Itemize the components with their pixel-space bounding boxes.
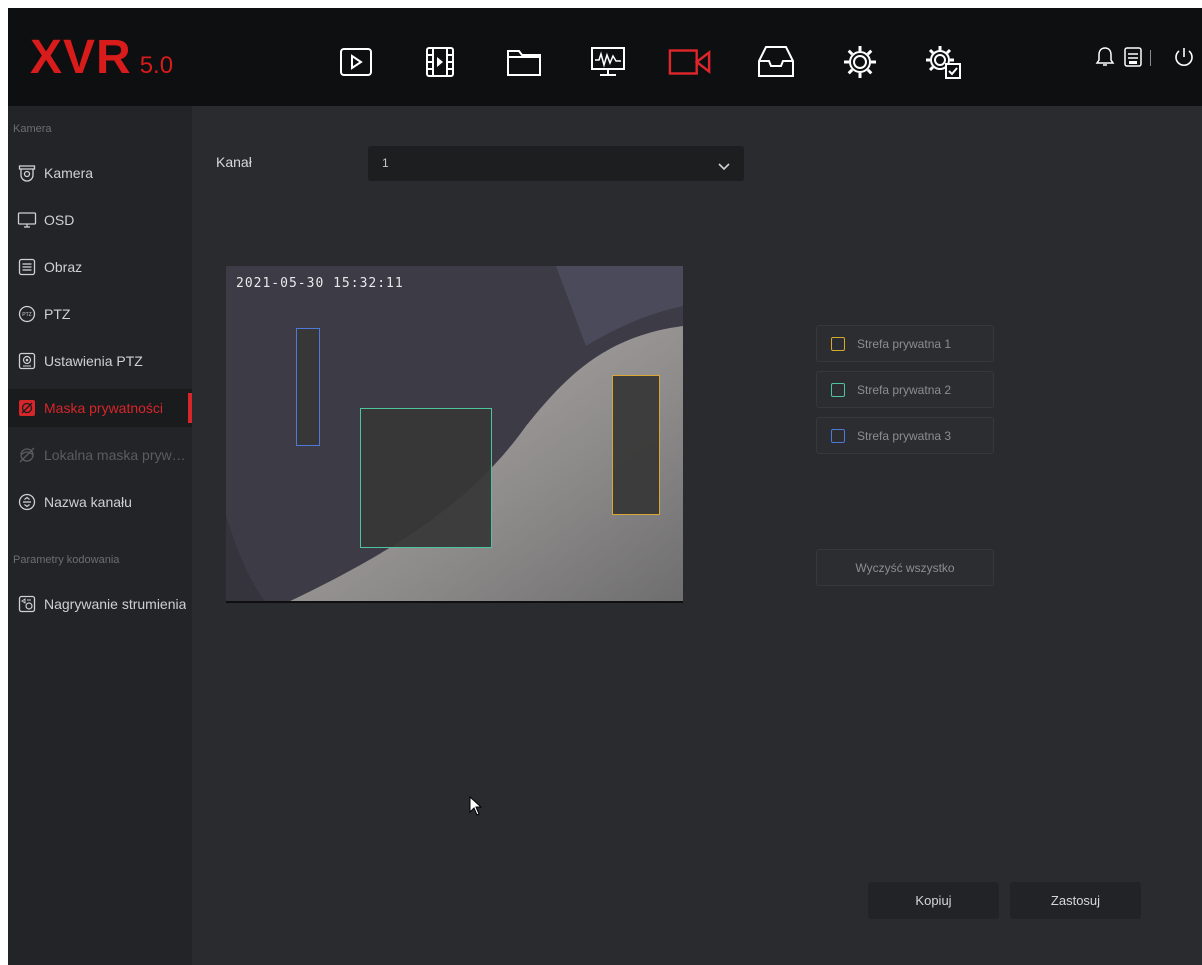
active-indicator	[188, 393, 192, 423]
sidebar-item-label: Nazwa kanału	[44, 494, 132, 510]
mouse-cursor-icon	[469, 795, 483, 821]
sidebar-item-label: Lokalna maska prywat...	[44, 447, 192, 463]
camera-dome-icon	[16, 162, 38, 184]
sidebar-item-kamera[interactable]: Kamera	[8, 154, 192, 192]
ptz-settings-icon	[16, 350, 38, 372]
sidebar-item-nagrywanie-strumienia[interactable]: Nagrywanie strumienia	[8, 585, 192, 623]
clear-all-button[interactable]: Wyczyść wszystko	[816, 549, 994, 586]
video-clip-icon[interactable]	[418, 42, 462, 82]
logo-text: XVR	[30, 31, 132, 84]
section-title-kamera: Kamera	[13, 123, 52, 135]
copy-button[interactable]: Kopiuj	[868, 882, 999, 919]
image-settings-icon	[16, 256, 38, 278]
channel-name-icon	[16, 491, 38, 513]
bell-icon[interactable]	[1095, 46, 1117, 68]
zone-button-3[interactable]: Strefa prywatna 3	[816, 417, 994, 454]
chevron-down-icon	[718, 158, 730, 176]
settings-icon[interactable]	[838, 42, 882, 82]
sidebar-item-label: Obraz	[44, 259, 83, 275]
apply-button[interactable]: Zastosuj	[1010, 882, 1141, 919]
camera-icon[interactable]	[668, 42, 712, 82]
svg-text:PTZ: PTZ	[22, 312, 31, 318]
sidebar-item-label: Kamera	[44, 165, 94, 181]
logo-version: 5.0	[139, 52, 174, 79]
privacy-mask-2[interactable]	[360, 408, 492, 548]
zone-button-1[interactable]: Strefa prywatna 1	[816, 325, 994, 362]
camera-preview[interactable]: 2021-05-30 15:32:11	[226, 266, 683, 603]
sidebar-item-ustawienia-ptz[interactable]: Ustawienia PTZ	[8, 342, 192, 380]
zone-checkbox-2[interactable]	[831, 382, 845, 397]
sidebar-item-ptz[interactable]: PTZ PTZ	[8, 295, 192, 333]
save-icon[interactable]	[1123, 46, 1145, 68]
power-icon[interactable]	[1173, 46, 1195, 68]
zone-checkbox-1[interactable]	[831, 336, 845, 351]
sidebar-item-label: Ustawienia PTZ	[44, 353, 143, 369]
osd-monitor-icon	[16, 209, 38, 231]
logo: XVR 5.0	[30, 34, 173, 82]
zone-label-1: Strefa prywatna 1	[857, 336, 952, 351]
zone-label-2: Strefa prywatna 2	[857, 382, 952, 397]
sidebar-item-label: Nagrywanie strumienia	[44, 596, 187, 612]
sidebar-item-label: OSD	[44, 212, 75, 228]
local-mask-icon	[16, 444, 38, 466]
app-window: XVR 5.0 Kamera Kamera OSD Obraz PTZ PTZ …	[8, 8, 1202, 965]
preview-bottom-edge	[226, 601, 683, 603]
stream-record-icon	[16, 593, 38, 615]
top-bar: XVR 5.0	[8, 8, 1202, 106]
system-settings-icon[interactable]	[922, 42, 966, 82]
preview-timestamp: 2021-05-30 15:32:11	[236, 276, 404, 291]
privacy-mask-1[interactable]	[612, 375, 660, 515]
zone-label-3: Strefa prywatna 3	[857, 428, 952, 443]
sidebar-item-nazwa-kanalu[interactable]: Nazwa kanału	[8, 483, 192, 521]
zone-checkbox-3[interactable]	[831, 428, 845, 443]
ptz-icon: PTZ	[16, 303, 38, 325]
sidebar-item-lokalna-maska[interactable]: Lokalna maska prywat...	[8, 436, 192, 474]
divider	[1150, 50, 1151, 66]
playback-icon[interactable]	[334, 42, 378, 82]
sidebar-item-obraz[interactable]: Obraz	[8, 248, 192, 286]
sidebar: Kamera Kamera OSD Obraz PTZ PTZ Ustawien…	[8, 106, 192, 965]
channel-select-value: 1	[382, 156, 389, 170]
sidebar-item-label: PTZ	[44, 306, 71, 322]
storage-icon[interactable]	[754, 42, 798, 82]
sidebar-item-label: Maska prywatności	[44, 400, 164, 416]
zone-button-2[interactable]: Strefa prywatna 2	[816, 371, 994, 408]
privacy-mask-icon	[16, 397, 38, 419]
sidebar-item-maska-prywatnosci[interactable]: Maska prywatności	[8, 389, 192, 427]
section-title-parametry-kodowania: Parametry kodowania	[13, 554, 120, 566]
monitor-icon[interactable]	[586, 42, 630, 82]
sidebar-item-osd[interactable]: OSD	[8, 201, 192, 239]
channel-label: Kanał	[216, 154, 252, 170]
channel-select[interactable]: 1	[368, 146, 744, 181]
folder-icon[interactable]	[502, 42, 546, 82]
privacy-mask-3[interactable]	[296, 328, 320, 446]
